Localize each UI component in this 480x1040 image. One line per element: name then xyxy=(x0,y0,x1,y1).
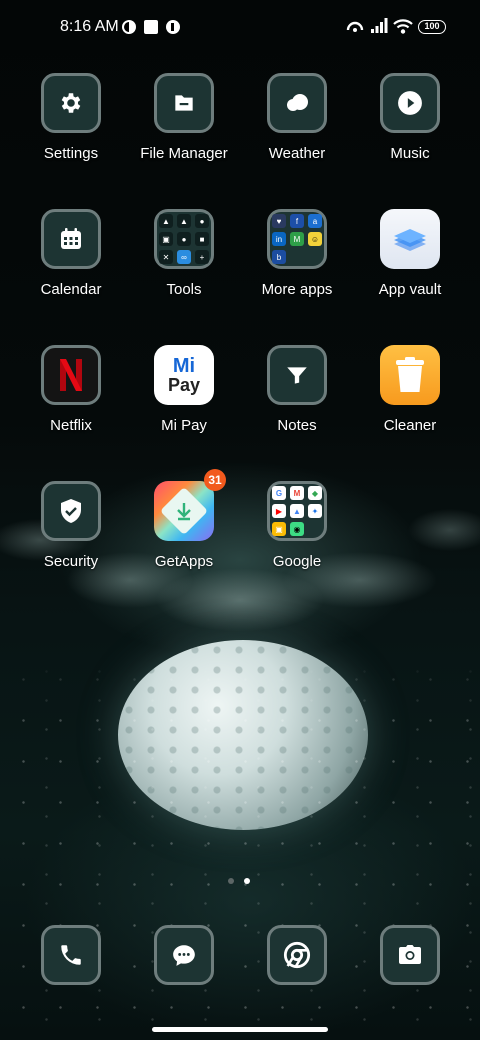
battery-level: 100 xyxy=(424,21,440,31)
app-label: Notes xyxy=(277,417,317,434)
folder-tools[interactable]: ▲ ▲ ● ▣ ● ■ ✕ ∞ + Tools xyxy=(129,209,239,298)
app-label: File Manager xyxy=(140,145,228,162)
camera-icon xyxy=(380,925,440,985)
layers-icon xyxy=(380,209,440,269)
mini-app-icon: M xyxy=(290,486,304,500)
app-label: Security xyxy=(43,553,99,570)
app-security[interactable]: Security xyxy=(16,481,126,570)
mini-app-icon: ▲ xyxy=(177,214,191,228)
calendar-icon xyxy=(41,209,101,269)
mini-app-icon: ◆ xyxy=(308,486,322,500)
folder-google[interactable]: G M ◆ ▶ ▲ ✦ ▣ ◉ Google xyxy=(242,481,352,570)
mini-app-icon: ◉ xyxy=(290,522,304,536)
mini-app-icon xyxy=(308,522,322,536)
mini-app-icon: ☺ xyxy=(308,232,322,246)
app-settings[interactable]: Settings xyxy=(16,73,126,162)
mini-app-icon: a xyxy=(308,214,322,228)
wifi-icon xyxy=(393,19,413,34)
app-label: Tools xyxy=(166,281,202,298)
mini-app-icon xyxy=(290,250,304,264)
app-label: Netflix xyxy=(50,417,92,434)
notification-app-icon xyxy=(122,20,136,34)
app-label: Calendar xyxy=(40,281,102,298)
app-label: GetApps xyxy=(154,553,214,570)
mini-app-icon: b xyxy=(272,250,286,264)
gear-icon xyxy=(41,73,101,133)
mini-app-icon: in xyxy=(272,232,286,246)
mini-app-icon: ▲ xyxy=(290,504,304,518)
mini-app-icon: ● xyxy=(195,214,209,228)
mini-app-icon: ▲ xyxy=(159,214,173,228)
battery-icon: 100 xyxy=(418,20,446,34)
mini-app-icon: ● xyxy=(177,232,191,246)
app-mi-pay[interactable]: Mi Pay Mi Pay xyxy=(129,345,239,434)
mini-app-icon: M xyxy=(290,232,304,246)
mini-app-icon: + xyxy=(195,250,209,264)
play-icon xyxy=(380,73,440,133)
cloud-icon xyxy=(267,73,327,133)
mini-app-icon: ▶ xyxy=(272,504,286,518)
mini-app-icon: ✦ xyxy=(308,504,322,518)
netflix-n-icon xyxy=(41,345,101,405)
notification-badge: 31 xyxy=(204,469,226,491)
app-cleaner[interactable]: Cleaner xyxy=(355,345,465,434)
page-dot-active[interactable] xyxy=(244,878,250,884)
dock-camera[interactable] xyxy=(355,925,465,985)
folder-icon xyxy=(154,73,214,133)
mini-app-icon: ▣ xyxy=(159,232,173,246)
app-label: Cleaner xyxy=(383,417,437,434)
mini-app-icon: ▣ xyxy=(272,522,286,536)
app-label: Music xyxy=(390,145,430,162)
app-netflix[interactable]: Netflix xyxy=(16,345,126,434)
app-label: Mi Pay xyxy=(161,417,207,434)
mini-app-icon: ■ xyxy=(195,232,209,246)
folder-grid-icon: ▲ ▲ ● ▣ ● ■ ✕ ∞ + xyxy=(154,209,214,269)
dock-chrome[interactable] xyxy=(242,925,352,985)
folder-grid-icon: G M ◆ ▶ ▲ ✦ ▣ ◉ xyxy=(267,481,327,541)
mi-pay-logo-pay: Pay xyxy=(167,375,201,395)
mini-app-icon: ✕ xyxy=(159,250,173,264)
app-label: Weather xyxy=(268,145,326,162)
app-label: Google xyxy=(272,553,322,570)
folder-grid-icon: ♥ f a in M ☺ b xyxy=(267,209,327,269)
app-label: More apps xyxy=(261,281,333,298)
mini-app-icon: ∞ xyxy=(177,250,191,264)
notification-app-icon-2 xyxy=(166,20,180,34)
app-notes[interactable]: Notes xyxy=(242,345,352,434)
page-indicator[interactable] xyxy=(228,878,250,884)
folder-more-apps[interactable]: ♥ f a in M ☺ b More apps xyxy=(242,209,352,298)
app-calendar[interactable]: Calendar xyxy=(16,209,126,298)
app-music[interactable]: Music xyxy=(355,73,465,162)
notification-square-icon xyxy=(144,20,158,34)
chat-bubble-icon xyxy=(154,925,214,985)
dock-messages[interactable] xyxy=(129,925,239,985)
trash-can-icon xyxy=(380,345,440,405)
funnel-icon xyxy=(267,345,327,405)
mini-app-icon: G xyxy=(272,486,286,500)
signal-icon xyxy=(371,18,388,33)
mini-app-icon: ♥ xyxy=(272,214,286,228)
page-dot[interactable] xyxy=(228,878,234,884)
phone-icon xyxy=(41,925,101,985)
shield-check-icon xyxy=(41,481,101,541)
app-label: App vault xyxy=(378,281,442,298)
hotspot-icon xyxy=(346,21,364,32)
dock-phone[interactable] xyxy=(16,925,126,985)
status-bar: 8:16 AM 100 xyxy=(0,0,480,56)
home-gesture-bar[interactable] xyxy=(152,1027,328,1032)
mini-app-icon xyxy=(308,250,322,264)
app-file-manager[interactable]: File Manager xyxy=(129,73,239,162)
mi-pay-logo: Mi Pay xyxy=(154,345,214,405)
app-getapps[interactable]: 31 GetApps xyxy=(129,469,239,570)
app-weather[interactable]: Weather xyxy=(242,73,352,162)
app-label: Settings xyxy=(43,145,99,162)
mini-app-icon: f xyxy=(290,214,304,228)
chrome-icon xyxy=(267,925,327,985)
mi-pay-logo-mi: Mi xyxy=(172,355,196,377)
clock: 8:16 AM xyxy=(60,18,119,35)
app-app-vault[interactable]: App vault xyxy=(355,209,465,298)
download-arrow-icon: 31 xyxy=(154,469,226,541)
